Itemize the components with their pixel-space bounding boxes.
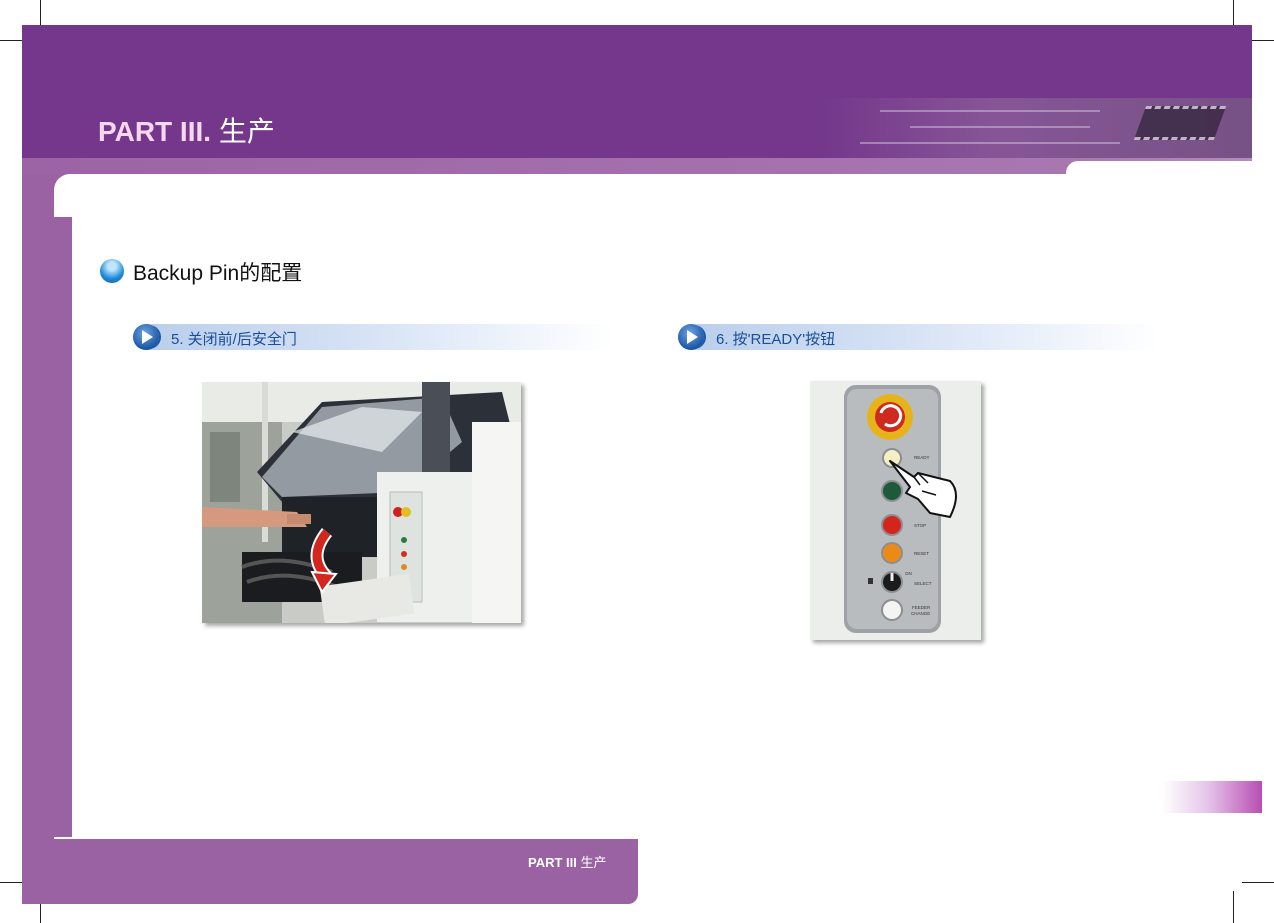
- page-header-title: PART III. 生产: [98, 110, 275, 150]
- on-label: ON: [905, 571, 912, 576]
- ready-label: READY: [914, 455, 930, 460]
- control-panel-illustration: READY STOP RESET ON SELECT FEEDER CHANGE: [810, 381, 981, 640]
- part-title: 生产: [218, 116, 275, 147]
- footer-caption: PART III 生产: [528, 852, 607, 871]
- footer-band: [22, 838, 638, 904]
- circuit-board-decoration: [820, 98, 1252, 158]
- play-arrow-icon: [133, 324, 159, 350]
- step-label: 6. 按'READY'按钮: [716, 331, 836, 348]
- step-label: 5. 关闭前/后安全门: [171, 331, 297, 348]
- crop-mark: [1242, 882, 1274, 883]
- crop-mark: [1233, 891, 1234, 923]
- select-label: SELECT: [914, 581, 932, 586]
- feeder-label: FEEDER: [912, 605, 931, 610]
- machine-door-photo: [202, 382, 521, 623]
- footer-title: 生产: [580, 855, 607, 870]
- control-panel-photo: READY STOP RESET ON SELECT FEEDER CHANGE: [810, 381, 981, 640]
- page-number-tab: [1162, 781, 1262, 813]
- play-arrow-icon: [678, 324, 704, 350]
- section-bullet-icon: [100, 259, 124, 283]
- section-title: Backup Pin的配置: [133, 262, 303, 285]
- change-label: CHANGE: [911, 611, 930, 616]
- part-label: PART III.: [98, 116, 212, 147]
- reset-label: RESET: [914, 551, 929, 556]
- stop-label: STOP: [914, 523, 926, 528]
- machine-door-illustration: [202, 382, 521, 623]
- footer-part: PART III: [528, 855, 577, 870]
